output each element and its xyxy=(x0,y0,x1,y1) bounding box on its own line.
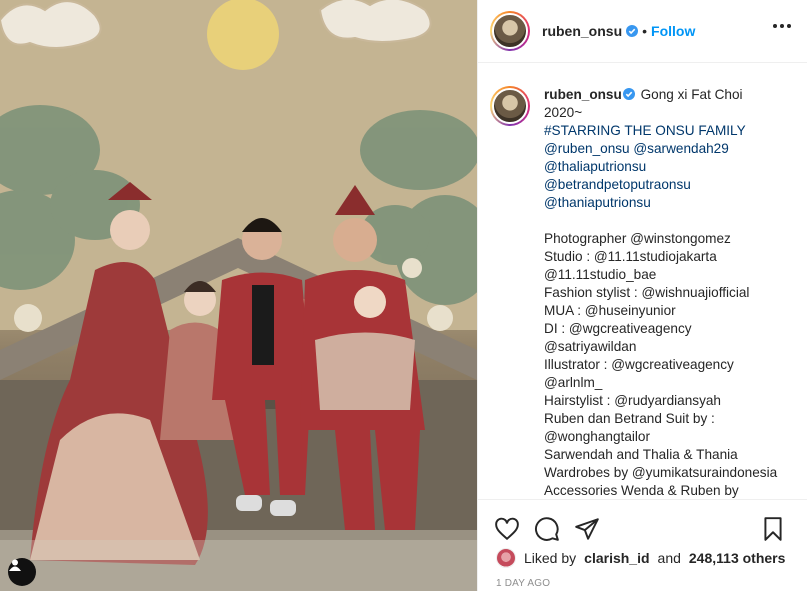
caption-text: ruben_onsu Gong xi Fat Choi 2020~ #STARRI… xyxy=(544,86,796,498)
caption-line: Illustrator : @wgcreativeagency xyxy=(544,357,734,372)
caption-line: Sarwendah and Thalia & Thania xyxy=(544,447,738,462)
post-image[interactable] xyxy=(0,0,477,591)
post-actions: Liked by clarish_id and 248,113 others 1… xyxy=(478,499,807,591)
caption-line: @satriyawildan xyxy=(544,339,637,354)
family-portrait-illustration xyxy=(0,0,477,591)
post-side-panel: ruben_onsu • Follow ruben_onsu Gong xi F… xyxy=(477,0,807,591)
caption-line: Accessories Wenda & Ruben by xyxy=(544,483,739,498)
likes-joiner: and xyxy=(657,550,681,566)
caption-line[interactable]: @thaniaputrionsu xyxy=(544,194,796,212)
header-username[interactable]: ruben_onsu xyxy=(542,23,622,39)
caption-line: Ruben dan Betrand Suit by : xyxy=(544,411,715,426)
bookmark-icon[interactable] xyxy=(760,516,786,542)
caption-line: DI : @wgcreativeagency xyxy=(544,321,692,336)
caption-line: Wardrobes by @yumikatsuraindonesia xyxy=(544,465,778,480)
comment-icon[interactable] xyxy=(534,516,560,542)
liker-username[interactable]: clarish_id xyxy=(584,550,649,566)
caption-avatar[interactable] xyxy=(490,86,530,126)
caption-line: Gong xi Fat Choi xyxy=(640,87,743,102)
heart-icon[interactable] xyxy=(494,516,520,542)
caption-line: Studio : @11.11studiojakarta xyxy=(544,249,717,264)
caption-line: @11.11studio_bae xyxy=(544,267,657,282)
caption-line: Photographer @winstongomez xyxy=(544,231,731,246)
caption-comment: ruben_onsu Gong xi Fat Choi 2020~ #STARRI… xyxy=(478,64,807,498)
caption-line: @arlnlm_ xyxy=(544,375,603,390)
post-timestamp[interactable]: 1 DAY AGO xyxy=(478,578,807,589)
likes-prefix: Liked by xyxy=(524,550,577,566)
verified-badge-icon xyxy=(626,25,639,37)
more-options-icon[interactable] xyxy=(773,24,791,28)
likes-count[interactable]: 248,113 others xyxy=(689,550,786,566)
action-icons xyxy=(478,500,807,546)
caption-line[interactable]: @thaliaputrionsu xyxy=(544,158,796,176)
likes-summary: Liked by clarish_id and 248,113 others xyxy=(478,546,807,570)
header-separator: • xyxy=(642,23,648,39)
follow-button[interactable]: Follow xyxy=(651,23,695,39)
liker-avatar[interactable] xyxy=(496,548,516,568)
caption-line[interactable]: #STARRING THE ONSU FAMILY xyxy=(544,122,796,140)
comments-section[interactable]: ruben_onsu Gong xi Fat Choi 2020~ #STARRI… xyxy=(478,64,807,498)
caption-line: MUA : @huseinyunior xyxy=(544,303,676,318)
caption-line: 2020~ xyxy=(544,105,583,120)
caption-first-line: ruben_onsu Gong xi Fat Choi xyxy=(544,86,796,104)
caption-username[interactable]: ruben_onsu xyxy=(544,87,622,102)
person-icon xyxy=(9,559,21,571)
caption-line: Fashion stylist : @wishnuajiofficial xyxy=(544,285,750,300)
verified-badge-icon xyxy=(622,88,635,100)
caption-line: @wonghangtailor xyxy=(544,429,651,444)
share-icon[interactable] xyxy=(574,516,600,542)
post-header: ruben_onsu • Follow xyxy=(478,0,807,63)
caption-line: Hairstylist : @rudyardiansyah xyxy=(544,393,721,408)
tagged-user-icon[interactable] xyxy=(8,558,36,586)
profile-avatar[interactable] xyxy=(490,11,530,51)
caption-line[interactable]: @betrandpetoputraonsu xyxy=(544,176,796,194)
caption-line[interactable]: @ruben_onsu @sarwendah29 xyxy=(544,140,796,158)
